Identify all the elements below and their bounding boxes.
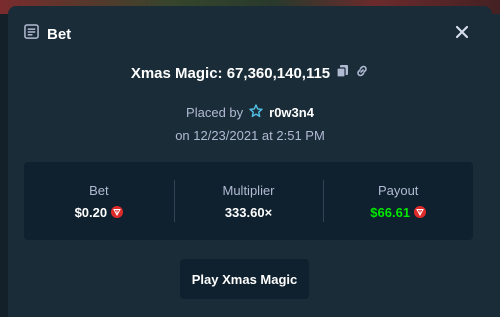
coin-icon <box>414 206 427 218</box>
link-icon[interactable] <box>355 64 369 83</box>
stat-bet: Bet $0.20 <box>24 162 174 240</box>
stat-multiplier: Multiplier 333.60× <box>173 162 324 240</box>
stat-multiplier-value: 333.60× <box>224 204 273 220</box>
modal-title-group: Bet <box>24 24 71 44</box>
star-user-icon <box>249 104 263 121</box>
modal-header: Bet <box>8 6 492 56</box>
game-title: Xmas Magic: 67,360,140,115 <box>130 65 331 82</box>
stat-payout-value: $66.61 <box>370 204 411 220</box>
stat-bet-value-group: $0.20 <box>75 205 124 220</box>
placed-by-line: Placed by r0w3n4 <box>8 104 492 121</box>
username-link[interactable]: r0w3n4 <box>269 105 314 120</box>
close-icon[interactable] <box>454 24 470 40</box>
play-game-button[interactable]: Play Xmas Magic <box>180 259 309 299</box>
bet-modal: Bet Xmas Magic: 67,360,140,115 Placed by… <box>8 6 492 317</box>
coin-icon <box>111 206 124 218</box>
bet-slip-icon <box>24 24 39 44</box>
stat-bet-label: Bet <box>89 182 109 198</box>
stat-multiplier-label: Multiplier <box>222 182 275 198</box>
modal-title: Bet <box>47 25 72 43</box>
stat-payout-label: Payout <box>377 182 419 198</box>
placed-by-label: Placed by <box>186 105 244 120</box>
copy-icon[interactable] <box>336 64 349 83</box>
bet-date: on 12/23/2021 at 2:51 PM <box>175 128 325 143</box>
stat-payout: Payout $66.61 <box>323 162 473 240</box>
bet-stats-panel: Bet $0.20 Multiplier 333.60× Payout $66.… <box>24 162 473 240</box>
game-id-line: Xmas Magic: 67,360,140,115 <box>8 64 492 83</box>
stat-payout-value-group: $66.61 <box>370 204 427 220</box>
stat-bet-value: $0.20 <box>74 204 108 220</box>
